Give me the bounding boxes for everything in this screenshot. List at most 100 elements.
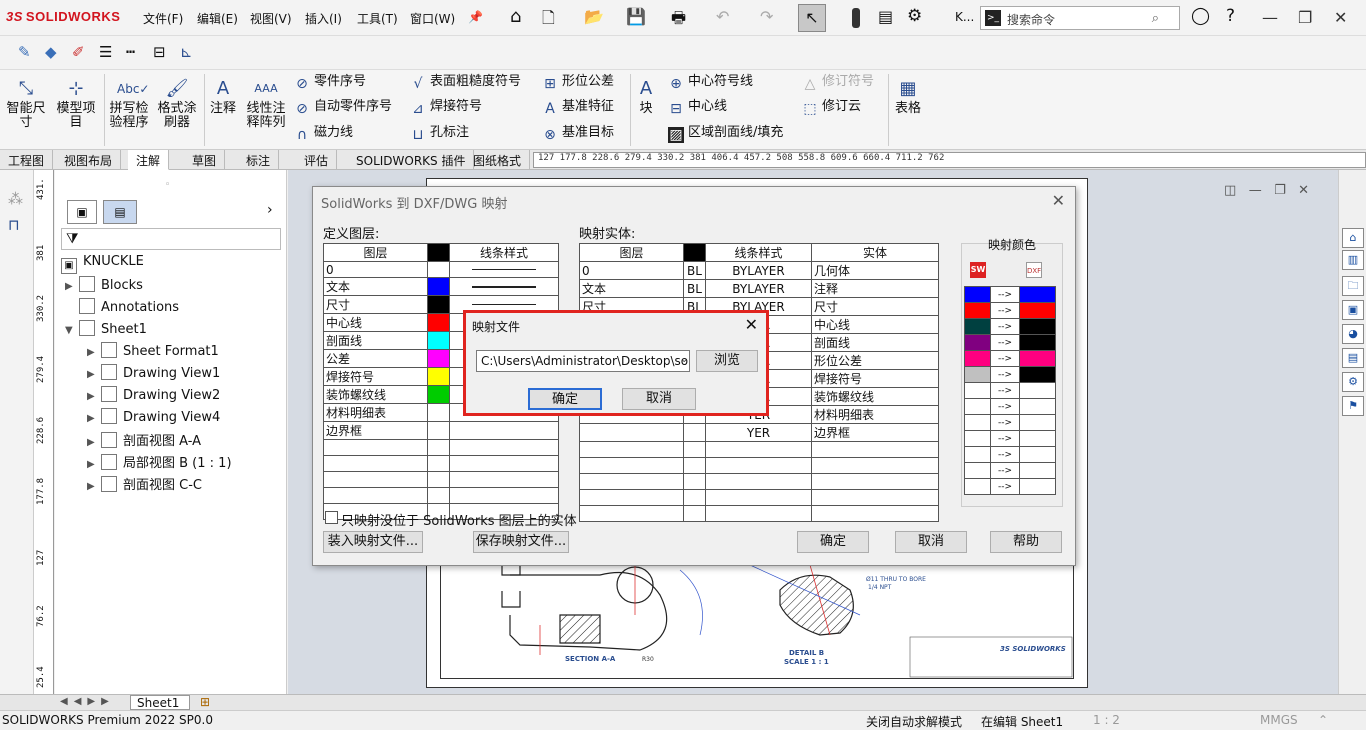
- color-map-row[interactable]: -->: [964, 302, 1056, 319]
- tab-solidworks-addins[interactable]: SOLIDWORKS 插件: [348, 150, 475, 170]
- close-icon[interactable]: ✕: [1334, 8, 1347, 27]
- document-name[interactable]: K...: [955, 10, 974, 24]
- graphics-close-icon[interactable]: ✕: [1298, 183, 1309, 198]
- table-row[interactable]: [579, 505, 939, 522]
- color-map-table[interactable]: --> --> --> --> --> --> --> --> --> --> --> --> -->: [964, 286, 1056, 495]
- column-header[interactable]: 实体: [811, 243, 939, 262]
- unmapped-entities-checkbox[interactable]: [325, 511, 338, 524]
- color-map-row[interactable]: -->: [964, 430, 1056, 447]
- source-color-swatch[interactable]: [964, 478, 991, 495]
- color-map-row[interactable]: -->: [964, 334, 1056, 351]
- panel-grip-icon[interactable]: ◦: [165, 180, 170, 190]
- unit-system[interactable]: MMGS: [1260, 713, 1298, 727]
- entity-entity-cell[interactable]: 材料明细表: [811, 405, 939, 424]
- layer-color-cell[interactable]: [427, 331, 450, 350]
- tab-view-layout[interactable]: 视图布局: [56, 150, 122, 170]
- browse-button[interactable]: 浏览: [696, 350, 758, 372]
- source-color-swatch[interactable]: [964, 462, 991, 479]
- datum-feature-button[interactable]: A 基准特征: [542, 99, 614, 117]
- target-color-swatch[interactable]: [1019, 478, 1056, 495]
- color-map-row[interactable]: -->: [964, 478, 1056, 495]
- step-tool-icon[interactable]: ⊓: [8, 216, 20, 234]
- additional-tool-icon[interactable]: ⚑: [1342, 396, 1364, 416]
- select-pointer-icon[interactable]: ↖: [798, 4, 826, 32]
- area-hatch-button[interactable]: ▨ 区域剖面线/填充: [668, 125, 783, 143]
- tree-item[interactable]: ▶ Drawing View4: [87, 408, 220, 425]
- color-map-row[interactable]: -->: [964, 382, 1056, 399]
- layer-color-cell[interactable]: [427, 261, 450, 278]
- tree-expander-icon[interactable]: ▶: [87, 437, 101, 448]
- table-row[interactable]: [323, 455, 559, 472]
- layer-name-cell[interactable]: [323, 471, 428, 488]
- tree-filter-box[interactable]: ⧩: [61, 228, 281, 250]
- add-sheet-icon[interactable]: ⊞: [200, 695, 210, 709]
- entity-entity-cell[interactable]: [811, 457, 939, 474]
- entity-color-cell[interactable]: BL: [683, 261, 706, 280]
- layer-color-cell[interactable]: [427, 385, 450, 404]
- table-row[interactable]: [323, 439, 559, 456]
- file-explorer-icon[interactable]: 🗀: [1342, 276, 1364, 296]
- source-color-swatch[interactable]: [964, 318, 991, 335]
- layer-name-cell[interactable]: 中心线: [323, 313, 428, 332]
- table-button[interactable]: ▦ 表格: [892, 78, 924, 116]
- view-palette-icon[interactable]: ▣: [1342, 300, 1364, 320]
- tree-item[interactable]: ▶ Drawing View1: [87, 364, 220, 381]
- search-box[interactable]: >_ 搜索命令 ⌕: [980, 6, 1180, 30]
- status-chevron-icon[interactable]: ⌃: [1318, 713, 1328, 727]
- source-color-swatch[interactable]: [964, 366, 991, 383]
- column-header[interactable]: 线条样式: [449, 243, 559, 262]
- appearances-icon[interactable]: ◕: [1342, 324, 1364, 344]
- color-display-icon[interactable]: ⊾: [180, 43, 193, 61]
- tree-item[interactable]: Annotations: [65, 298, 179, 315]
- entity-style-cell[interactable]: BYLAYER: [705, 261, 812, 280]
- entity-entity-cell[interactable]: 形位公差: [811, 351, 939, 370]
- file-properties-icon[interactable]: ▤: [878, 7, 893, 26]
- layer-color-cell[interactable]: [427, 439, 450, 456]
- hole-callout-button[interactable]: ⊔ 孔标注: [410, 125, 469, 143]
- entity-entity-cell[interactable]: [811, 489, 939, 506]
- centerline-button[interactable]: ⊟ 中心线: [668, 99, 727, 117]
- tree-expander-icon[interactable]: ▶: [65, 281, 79, 292]
- layer-name-cell[interactable]: 文本: [323, 277, 428, 296]
- entity-color-cell[interactable]: [683, 489, 706, 506]
- entity-layer-cell[interactable]: [579, 423, 684, 442]
- color-map-row[interactable]: -->: [964, 446, 1056, 463]
- layer-name-cell[interactable]: 公差: [323, 349, 428, 368]
- target-color-swatch[interactable]: [1019, 446, 1056, 463]
- source-color-swatch[interactable]: [964, 350, 991, 367]
- tree-expander-icon[interactable]: ▶: [87, 369, 101, 380]
- target-color-swatch[interactable]: [1019, 350, 1056, 367]
- map-file-close-icon[interactable]: ✕: [745, 315, 758, 334]
- linear-note-pattern-button[interactable]: AAA 线性注 释阵列: [244, 78, 288, 130]
- line-thickness-icon[interactable]: ☰: [99, 43, 112, 61]
- menu-window[interactable]: 窗口(W): [410, 10, 455, 27]
- help-button[interactable]: 帮助: [990, 531, 1062, 553]
- layer-color-cell[interactable]: [427, 277, 450, 296]
- layer-color-cell[interactable]: [427, 295, 450, 314]
- entity-entity-cell[interactable]: 几何体: [811, 261, 939, 280]
- entity-style-cell[interactable]: BYLAYER: [705, 279, 812, 298]
- layer-name-cell[interactable]: [323, 487, 428, 504]
- table-row[interactable]: 文本 BL BYLAYER 注释: [579, 279, 939, 298]
- entity-color-cell[interactable]: [683, 423, 706, 442]
- entity-color-cell[interactable]: [683, 441, 706, 458]
- layer-linestyle-cell[interactable]: [449, 421, 559, 440]
- load-map-file-button[interactable]: 装入映射文件...: [323, 531, 423, 553]
- entity-entity-cell[interactable]: 剖面线: [811, 333, 939, 352]
- entity-entity-cell[interactable]: 注释: [811, 279, 939, 298]
- tree-expander-icon[interactable]: ▶: [87, 413, 101, 424]
- entity-style-cell[interactable]: [705, 457, 812, 474]
- entity-entity-cell[interactable]: 中心线: [811, 315, 939, 334]
- menu-edit[interactable]: 编辑(E): [197, 10, 238, 27]
- entity-style-cell[interactable]: YER: [705, 423, 812, 442]
- tree-item[interactable]: ▼ Sheet1: [65, 320, 147, 337]
- layer-name-cell[interactable]: [323, 439, 428, 456]
- source-color-swatch[interactable]: [964, 302, 991, 319]
- entity-layer-cell[interactable]: 文本: [579, 279, 684, 298]
- color-map-row[interactable]: -->: [964, 350, 1056, 367]
- solidworks-resources-icon[interactable]: ⌂: [1342, 228, 1364, 248]
- undo-icon[interactable]: ↶: [716, 7, 729, 26]
- chevron-down-icon[interactable]: ⌄: [680, 354, 688, 365]
- color-map-row[interactable]: -->: [964, 414, 1056, 431]
- tree-item[interactable]: ▶ Sheet Format1: [87, 342, 219, 359]
